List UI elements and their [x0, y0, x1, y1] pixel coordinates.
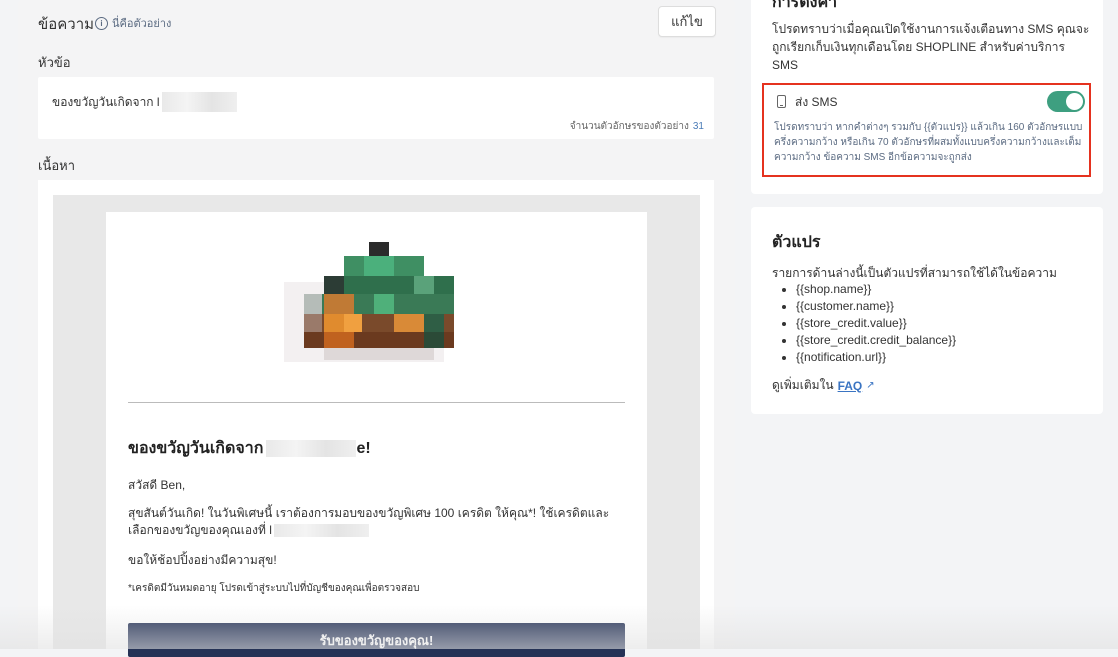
variable-item: {{store_credit.value}} [796, 315, 956, 332]
message-hint: i นี่คือตัวอย่าง [95, 14, 171, 32]
body-label: เนื้อหา [38, 158, 76, 173]
settings-card: การตั้งค่า โปรดทราบว่าเมื่อคุณเปิดใช้งาน… [751, 0, 1103, 194]
sms-label: ส่ง SMS [795, 95, 838, 109]
variable-item: {{shop.name}} [796, 281, 956, 298]
subject-value-text: ของขวัญวันเกิดจาก l [52, 94, 160, 109]
message-hint-text: นี่คือตัวอย่าง [112, 18, 172, 30]
variables-title: ตัวแปร [772, 234, 821, 251]
gift-image [274, 242, 454, 374]
email-paragraph-line1: สุขสันต์วันเกิด! ในวันพิเศษนี้ เราต้องกา… [128, 506, 610, 520]
message-card: ข้อความ i นี่คือตัวอย่าง แก้ไข หัวข้อ ขอ… [18, 0, 735, 657]
sms-toggle[interactable] [1047, 91, 1085, 112]
subject-label: หัวข้อ [38, 55, 71, 70]
email-heading-suffix: e! [356, 439, 371, 457]
char-count-label: จำนวนตัวอักษรของตัวอย่าง [569, 121, 689, 132]
faq-link[interactable]: FAQ [838, 379, 863, 393]
phone-icon [777, 95, 786, 108]
email-footnote: *เครดิตมีวันหมดอายุ โปรดเข้าสู่ระบบไปที่… [128, 583, 420, 594]
see-more: ดูเพิ่มเติมใน FAQ ↗ [772, 376, 875, 395]
redacted-shop-name [161, 92, 237, 112]
sms-toggle-section: ส่ง SMS โปรดทราบว่า หากคำต่างๆ รวมกับ {{… [762, 83, 1091, 177]
email-paragraph-line2: เลือกของขวัญของคุณเองที่ l [128, 523, 272, 537]
sms-note: โปรดทราบว่า หากคำต่างๆ รวมกับ {{ตัวแปร}}… [774, 122, 1083, 163]
claim-gift-button[interactable]: รับของขวัญของคุณ! [128, 623, 625, 657]
toggle-knob [1066, 93, 1083, 110]
email-paragraph-line2-row: เลือกของขวัญของคุณเองที่ l [128, 522, 628, 539]
email-preview-background: ของขวัญวันเกิดจาก e! สวัสดี Ben, สุขสันต… [53, 195, 700, 657]
sms-description: โปรดทราบว่าเมื่อคุณเปิดใช้งานการแจ้งเตือ… [772, 22, 1090, 72]
email-paragraph: สุขสันต์วันเกิด! ในวันพิเศษนี้ เราต้องกา… [128, 505, 628, 539]
email-heading: ของขวัญวันเกิดจาก e! [128, 436, 371, 461]
variables-list: {{shop.name}} {{customer.name}} {{store_… [778, 281, 956, 366]
redacted-shop-link [273, 524, 369, 537]
variables-card: ตัวแปร รายการด้านล่างนี้เป็นตัวแปรที่สาม… [751, 207, 1103, 414]
char-count-value: 31 [692, 121, 704, 132]
subject-box: ของขวัญวันเกิดจาก l จำนวนตัวอักษรของตัวอ… [38, 77, 714, 139]
external-link-icon[interactable]: ↗ [866, 380, 874, 391]
message-title: ข้อความ [38, 16, 95, 33]
body-box: ของขวัญวันเกิดจาก e! สวัสดี Ben, สุขสันต… [38, 180, 714, 657]
email-preview: ของขวัญวันเกิดจาก e! สวัสดี Ben, สุขสันต… [106, 212, 647, 657]
email-closing: ขอให้ช้อปปิ้งอย่างมีความสุข! [128, 553, 277, 567]
variable-item: {{store_credit.credit_balance}} [796, 332, 956, 349]
redacted-shop-name-heading [266, 440, 357, 457]
email-divider [128, 402, 625, 403]
email-greeting: สวัสดี Ben, [128, 478, 186, 492]
char-count: จำนวนตัวอักษรของตัวอย่าง 31 [570, 119, 704, 134]
subject-value: ของขวัญวันเกิดจาก l [52, 92, 237, 112]
see-more-label: ดูเพิ่มเติมใน [772, 378, 834, 392]
settings-title: การตั้งค่า [772, 0, 838, 11]
email-heading-prefix: ของขวัญวันเกิดจาก [128, 440, 264, 457]
variable-item: {{notification.url}} [796, 349, 956, 366]
variable-item: {{customer.name}} [796, 298, 956, 315]
info-icon: i [95, 16, 108, 30]
edit-button[interactable]: แก้ไข [658, 6, 716, 37]
